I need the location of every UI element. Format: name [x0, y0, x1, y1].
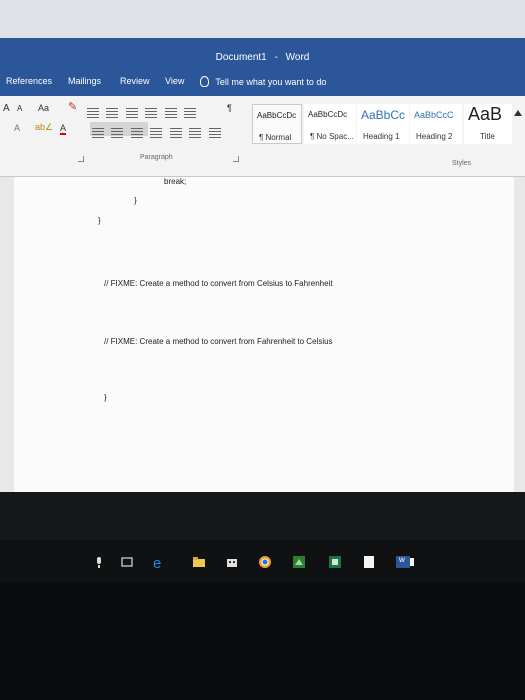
style-heading-1[interactable]: AaBbCc Heading 1 [357, 104, 409, 144]
styles-group-label: Styles [452, 160, 472, 167]
clear-formatting-icon[interactable]: ✎ [68, 100, 77, 113]
notepad-icon[interactable] [362, 555, 376, 569]
styles-scroll-up-icon[interactable] [514, 110, 522, 116]
window-title: Document1 - Word [0, 52, 525, 63]
screen-top-edge [0, 0, 525, 38]
style-title[interactable]: AaB Title [464, 104, 512, 144]
style-name: ¶ No Spac... [310, 132, 354, 141]
justify-icon[interactable] [150, 127, 163, 138]
align-right-icon[interactable] [130, 127, 143, 138]
text-effects-button[interactable]: A [14, 123, 20, 133]
word-icon[interactable]: w [396, 555, 416, 569]
numbering-icon[interactable] [106, 107, 119, 118]
bullets-icon[interactable] [87, 107, 99, 118]
file-explorer-icon[interactable] [192, 555, 206, 569]
document-area: break; } } // FIXME: Create a method to … [0, 177, 525, 492]
style-preview: AaBbCcDc [257, 111, 297, 120]
app-name: Word [285, 52, 310, 63]
alignment-icons [92, 124, 224, 138]
task-view-icon[interactable] [120, 555, 134, 569]
shading-icon[interactable] [189, 127, 202, 138]
svg-text:e: e [153, 555, 161, 571]
style-preview: AaBbCcC [414, 110, 454, 120]
tab-review[interactable]: Review [120, 76, 150, 86]
tell-me-text: Tell me what you want to do [215, 77, 327, 87]
doc-line: // FIXME: Create a method to convert fro… [104, 337, 333, 346]
paragraph-group-label: Paragraph [140, 154, 173, 161]
doc-line: } [104, 393, 107, 402]
doc-line: } [98, 216, 101, 225]
document-name: Document1 [215, 52, 267, 63]
decrease-indent-icon[interactable] [145, 107, 158, 118]
title-separator: - [274, 52, 278, 63]
style-no-spacing[interactable]: AaBbCcDc ¶ No Spac... [304, 104, 356, 144]
chrome-icon[interactable] [258, 555, 272, 569]
monitor-bezel [0, 582, 525, 700]
show-marks-button[interactable]: ¶ [227, 103, 232, 113]
grow-font-button[interactable]: A [3, 103, 10, 114]
tab-mailings[interactable]: Mailings [68, 76, 101, 86]
style-name: ¶ Normal [259, 133, 292, 142]
paragraph-dialog-launcher[interactable] [233, 156, 239, 162]
doc-line: // FIXME: Create a method to convert fro… [104, 279, 333, 288]
list-buttons [87, 104, 199, 118]
align-center-icon[interactable] [111, 127, 124, 138]
app-icon[interactable] [292, 555, 306, 569]
sort-icon[interactable] [184, 107, 197, 118]
store-icon[interactable] [225, 555, 239, 569]
lightbulb-icon [200, 76, 209, 87]
style-normal[interactable]: AaBbCcDc ¶ Normal [252, 104, 302, 144]
tab-references[interactable]: References [6, 76, 52, 86]
document-page[interactable]: break; } } // FIXME: Create a method to … [14, 177, 514, 492]
change-case-button[interactable]: Aa [38, 103, 49, 113]
tab-view[interactable]: View [165, 76, 184, 86]
highlight-icon[interactable]: ab∠ [35, 122, 53, 133]
excel-icon[interactable] [328, 555, 342, 569]
ribbon-tabs: References Mailings Review View Tell me … [0, 68, 525, 96]
doc-line: break; [164, 177, 187, 186]
title-bar: Document1 - Word [0, 38, 525, 68]
multilevel-list-icon[interactable] [125, 107, 138, 118]
style-name: Title [480, 132, 495, 141]
align-left-icon[interactable] [92, 127, 104, 138]
borders-icon[interactable] [208, 127, 221, 138]
style-heading-2[interactable]: AaBbCcC Heading 2 [410, 104, 462, 144]
style-name: Heading 1 [363, 132, 400, 141]
style-preview: AaB [468, 104, 503, 124]
style-preview: AaBbCcDc [308, 110, 348, 119]
shrink-font-button[interactable]: A [17, 104, 22, 113]
style-name: Heading 2 [416, 132, 453, 141]
tell-me-box[interactable]: Tell me what you want to do [200, 76, 326, 87]
microphone-icon[interactable] [92, 555, 106, 569]
line-spacing-icon[interactable] [169, 127, 182, 138]
word-icon-label: w [399, 555, 405, 564]
increase-indent-icon[interactable] [164, 107, 177, 118]
style-preview: AaBbCc [361, 108, 406, 122]
font-color-button[interactable]: A [60, 123, 67, 135]
font-dialog-launcher[interactable] [78, 156, 84, 162]
edge-icon[interactable]: e [152, 555, 166, 572]
doc-line: } [134, 196, 137, 205]
